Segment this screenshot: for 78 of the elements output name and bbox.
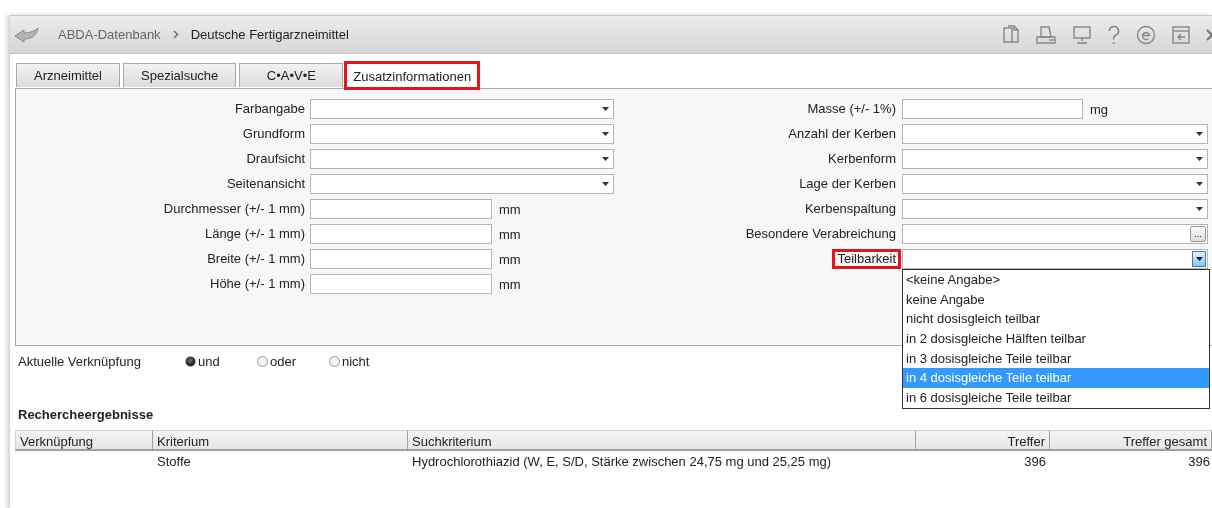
- dropdown-option[interactable]: in 3 dosisgleiche Teile teilbar: [903, 348, 1209, 369]
- field-label: Grundform: [241, 125, 306, 143]
- radio-circle[interactable]: [257, 355, 268, 367]
- back-arrow-icon[interactable]: [14, 26, 40, 43]
- table-cell: 396: [1024, 454, 1046, 469]
- text-field[interactable]: [310, 199, 492, 219]
- window-back-icon[interactable]: [1171, 24, 1191, 45]
- field-label: Länge (+/- 1 mm): [203, 225, 306, 243]
- tab[interactable]: Zusatzinformationen: [346, 63, 479, 88]
- field-label: Teilbarkeit: [832, 249, 901, 269]
- field-label: Farbangabe: [233, 100, 306, 118]
- caret-icon: [601, 107, 609, 111]
- radio-button[interactable]: und: [185, 353, 257, 369]
- field-label: Seitenansicht: [225, 175, 306, 193]
- breadcrumb-item: Deutsche Fertigarzneimittel: [190, 27, 349, 42]
- unit-label: mm: [499, 226, 521, 242]
- column-header[interactable]: Verknüpfung: [15, 430, 153, 451]
- unit-label: mg: [1090, 101, 1109, 117]
- dropdown-option[interactable]: <keine Angabe>: [903, 270, 1209, 290]
- field-label: Besondere Verabreichung: [744, 225, 897, 243]
- caret-icon: [1195, 157, 1203, 161]
- radio-label: und: [198, 353, 220, 369]
- radio-label: oder: [270, 353, 297, 369]
- help-icon[interactable]: [1107, 24, 1121, 45]
- chevron-icon: [172, 30, 179, 39]
- field-label: Durchmesser (+/- 1 mm): [162, 200, 306, 218]
- column-header[interactable]: Kriterium: [153, 430, 408, 451]
- table-cell: 396: [1188, 454, 1210, 469]
- caret-icon: [1195, 132, 1203, 136]
- dropdown-option[interactable]: in 2 dosisgleiche Hälften teilbar: [903, 329, 1209, 349]
- caret-icon: [601, 182, 609, 186]
- field-label: Höhe (+/- 1 mm): [209, 275, 306, 293]
- table-cell: Hydrochlorothiazid (W, E, S/D, Stärke zwischen 24,75 mg und 25,25 mg): [412, 454, 832, 469]
- unit-label: mm: [499, 201, 521, 217]
- printer-icon[interactable]: [1035, 24, 1057, 45]
- radio-label: nicht: [342, 353, 370, 369]
- field-label: Anzahl der Kerben: [787, 125, 897, 143]
- column-header[interactable]: Treffer: [916, 430, 1050, 451]
- browse-field[interactable]: ...: [902, 224, 1208, 244]
- column-header[interactable]: Suchkriterium: [408, 430, 916, 451]
- text-field[interactable]: [310, 274, 492, 294]
- radio-circle[interactable]: [185, 355, 196, 367]
- unit-label: mm: [499, 276, 521, 292]
- radio-button[interactable]: oder: [257, 353, 329, 369]
- tab[interactable]: Spezialsuche: [123, 63, 237, 87]
- caret-icon: [601, 157, 609, 161]
- text-field[interactable]: [310, 249, 492, 269]
- unit-label: mm: [499, 251, 521, 267]
- monitor-icon[interactable]: [1072, 24, 1092, 45]
- dropdown-option[interactable]: in 6 dosisgleiche Teile teilbar: [903, 388, 1209, 408]
- logic-label: Aktuelle Verknüpfung: [18, 353, 142, 369]
- tab[interactable]: Arzneimittel: [16, 63, 120, 87]
- section-title: Rechercheergebnisse: [18, 407, 154, 422]
- caret-icon: [1195, 207, 1203, 211]
- field-label: Masse (+/- 1%): [806, 100, 897, 118]
- column-header[interactable]: Treffer gesamt: [1050, 430, 1212, 451]
- caret-icon: [1195, 182, 1203, 186]
- table-cell: Stoffe: [157, 454, 191, 469]
- copy-icon[interactable]: [1002, 24, 1020, 45]
- text-field[interactable]: [902, 99, 1083, 119]
- radio-button[interactable]: nicht: [329, 353, 401, 369]
- dropdown-button[interactable]: [1192, 251, 1206, 267]
- radio-circle[interactable]: [329, 355, 340, 367]
- breadcrumb-item[interactable]: ABDA-Datenbank: [58, 27, 161, 42]
- field-label: Breite (+/- 1 mm): [206, 250, 306, 268]
- caret-icon: [1195, 257, 1203, 261]
- text-field[interactable]: [310, 224, 492, 244]
- field-label: Draufsicht: [245, 150, 306, 168]
- tab[interactable]: C•A•V•E: [239, 63, 344, 87]
- field-label: Lage der Kerben: [798, 175, 897, 193]
- dropdown-option[interactable]: keine Angabe: [903, 289, 1209, 310]
- dropdown-option[interactable]: nicht dosisgleich teilbar: [903, 309, 1209, 330]
- close-icon[interactable]: [1206, 27, 1212, 42]
- caret-icon: [601, 132, 609, 136]
- browse-button[interactable]: ...: [1190, 226, 1206, 242]
- field-label: Kerbenspaltung: [803, 200, 897, 218]
- field-label: Kerbenform: [827, 150, 897, 168]
- e-circle-icon[interactable]: [1136, 24, 1156, 45]
